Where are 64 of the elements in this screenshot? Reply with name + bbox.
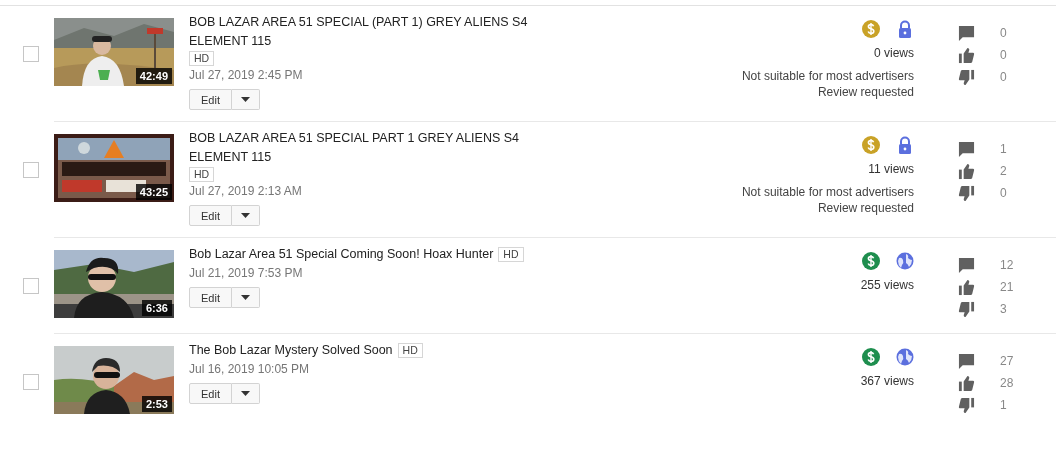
comment-count: 27 bbox=[1000, 354, 1014, 368]
video-title[interactable]: BOB LAZAR AREA 51 SPECIAL PART 1 GREY ALIENS S4 ELEMENT 115 bbox=[189, 129, 534, 167]
checkbox[interactable] bbox=[23, 46, 39, 62]
dropdown-button[interactable] bbox=[231, 383, 260, 404]
edit-button[interactable]: Edit bbox=[189, 89, 232, 110]
thumbs-up-icon bbox=[958, 162, 975, 180]
dislike-count: 0 bbox=[1000, 186, 1007, 200]
comment-count: 0 bbox=[1000, 26, 1007, 40]
dropdown-button[interactable] bbox=[231, 89, 260, 110]
caret-icon bbox=[240, 97, 250, 102]
like-count: 21 bbox=[1000, 280, 1014, 294]
upload-date: Jul 27, 2019 2:45 PM bbox=[189, 67, 304, 84]
video-title[interactable]: Bob Lazar Area 51 Special Coming Soon! Hoax Hunter bbox=[189, 245, 494, 264]
view-count: 0 views bbox=[874, 45, 914, 62]
thumbs-down-icon bbox=[958, 184, 975, 202]
comment-count: 1 bbox=[1000, 142, 1007, 156]
checkbox[interactable] bbox=[23, 162, 39, 178]
thumbs-up-icon bbox=[958, 278, 975, 296]
status-note: Not suitable for most advertisers bbox=[741, 68, 914, 84]
video-title[interactable]: The Bob Lazar Mystery Solved Soon bbox=[189, 341, 393, 360]
hd-badge: HD bbox=[397, 343, 423, 358]
view-count: 367 views bbox=[860, 373, 914, 390]
view-count: 11 views bbox=[868, 161, 914, 178]
caret-icon bbox=[240, 295, 250, 300]
comment-icon bbox=[958, 140, 975, 158]
edit-button[interactable]: Edit bbox=[189, 287, 232, 308]
duration-label: 42:49 bbox=[135, 68, 172, 84]
dislike-count: 1 bbox=[1000, 398, 1007, 412]
thumbs-down-icon bbox=[958, 68, 975, 86]
view-count: 255 views bbox=[860, 277, 914, 294]
hd-badge: HD bbox=[189, 167, 215, 182]
upload-date: Jul 16, 2019 10:05 PM bbox=[189, 361, 311, 378]
comment-count: 12 bbox=[1000, 258, 1014, 272]
comment-icon bbox=[958, 352, 975, 370]
edit-button[interactable]: Edit bbox=[189, 383, 232, 404]
thumbs-up-icon bbox=[958, 46, 975, 64]
comment-icon bbox=[958, 256, 975, 274]
thumbs-down-icon bbox=[958, 300, 975, 318]
edit-button[interactable]: Edit bbox=[189, 205, 232, 226]
dropdown-button[interactable] bbox=[231, 205, 260, 226]
status-note: Review requested bbox=[817, 200, 914, 216]
duration-label: 2:53 bbox=[141, 396, 172, 412]
thumbs-up-icon bbox=[958, 374, 975, 392]
dropdown-button[interactable] bbox=[231, 287, 260, 308]
checkbox[interactable] bbox=[23, 374, 39, 390]
thumbs-down-icon bbox=[958, 396, 975, 414]
caret-icon bbox=[240, 391, 250, 396]
like-count: 28 bbox=[1000, 376, 1014, 390]
status-note: Review requested bbox=[817, 84, 914, 100]
like-count: 0 bbox=[1000, 48, 1007, 62]
video-title[interactable]: BOB LAZAR AREA 51 SPECIAL (PART 1) GREY ALIENS S4 ELEMENT 115 bbox=[189, 13, 534, 51]
like-count: 2 bbox=[1000, 164, 1007, 178]
comment-icon bbox=[958, 24, 975, 42]
status-note: Not suitable for most advertisers bbox=[741, 184, 914, 200]
dislike-count: 0 bbox=[1000, 70, 1007, 84]
upload-date: Jul 21, 2019 7:53 PM bbox=[189, 265, 304, 282]
upload-date: Jul 27, 2019 2:13 AM bbox=[189, 183, 303, 200]
duration-label: 43:25 bbox=[135, 184, 172, 200]
dislike-count: 3 bbox=[1000, 302, 1007, 316]
caret-icon bbox=[240, 213, 250, 218]
hd-badge: HD bbox=[189, 51, 215, 66]
hd-badge: HD bbox=[498, 247, 524, 262]
checkbox[interactable] bbox=[23, 278, 39, 294]
duration-label: 6:36 bbox=[141, 300, 172, 316]
